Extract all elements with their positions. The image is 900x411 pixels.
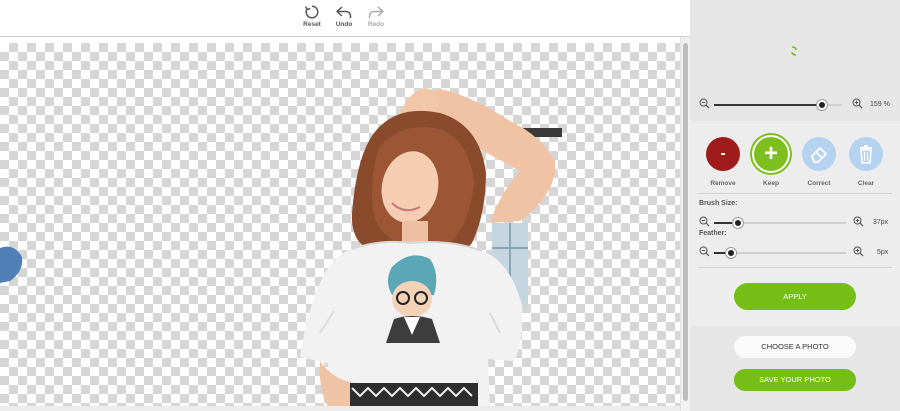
zoom-value: 159 % <box>870 101 890 108</box>
feather-slider-handle[interactable] <box>726 248 736 258</box>
brush-size-value: 37px <box>873 219 889 226</box>
save-photo-button[interactable]: SAVE YOUR PHOTO <box>734 369 856 391</box>
choose-photo-button[interactable]: CHOOSE A PHOTO <box>734 336 856 358</box>
vertical-scrollbar[interactable] <box>680 37 690 411</box>
horizontal-scrollbar[interactable] <box>0 406 680 411</box>
zoom-out-icon[interactable] <box>699 98 710 109</box>
clear-circle <box>849 137 883 171</box>
undo-button[interactable]: Undo <box>329 4 359 28</box>
zoom-out-icon[interactable] <box>699 216 710 227</box>
eraser-icon <box>811 147 827 163</box>
redo-label: Redo <box>367 21 385 28</box>
redo-button[interactable]: Redo <box>361 4 391 28</box>
reset-icon <box>304 5 319 19</box>
minus-icon: - <box>720 145 726 162</box>
background-remover-app: Reset Undo Redo 159 % - Remove + Keep Co… <box>0 0 900 411</box>
tools-panel: 159 % - Remove + Keep Correct Clear Brus… <box>690 0 900 411</box>
remove-button[interactable]: - Remove <box>703 137 743 187</box>
cutout-photo <box>0 88 562 407</box>
clear-button[interactable]: Clear <box>846 137 886 187</box>
reset-button[interactable]: Reset <box>297 4 327 28</box>
keep-button[interactable]: + Keep <box>751 137 791 187</box>
divider <box>698 267 892 268</box>
undo-icon <box>336 6 352 18</box>
zoom-in-icon[interactable] <box>853 216 864 227</box>
feather-value: 5px <box>877 249 889 256</box>
zoom-slider[interactable] <box>714 100 842 110</box>
apply-button[interactable]: APPLY <box>734 283 856 310</box>
editor-area: Reset Undo Redo <box>0 0 690 411</box>
remove-label: Remove <box>710 180 736 187</box>
correct-circle <box>802 137 836 171</box>
zoom-slider-handle[interactable] <box>817 100 827 110</box>
brush-size-slider[interactable] <box>714 218 846 228</box>
zoom-in-icon[interactable] <box>853 246 864 257</box>
feather-label: Feather: <box>699 230 727 237</box>
brush-size-slider-handle[interactable] <box>733 218 743 228</box>
spinner-icon <box>791 46 797 56</box>
undo-label: Undo <box>335 21 353 28</box>
history-toolbar: Reset Undo Redo <box>0 0 690 36</box>
reset-label: Reset <box>303 21 321 28</box>
redo-icon <box>368 6 384 18</box>
clear-label: Clear <box>857 180 875 187</box>
canvas-frame <box>0 36 690 411</box>
feather-slider[interactable] <box>714 248 846 258</box>
remove-circle: - <box>706 137 740 171</box>
keep-circle: + <box>754 137 788 171</box>
correct-button[interactable]: Correct <box>799 137 839 187</box>
zoom-slider-fill <box>714 104 822 106</box>
brush-size-control: 37px <box>690 215 900 231</box>
correct-label: Correct <box>807 180 831 187</box>
keep-label: Keep <box>763 180 779 187</box>
trash-icon <box>860 145 872 164</box>
brush-size-label: Brush Size: <box>699 200 738 207</box>
divider <box>698 193 892 194</box>
editing-canvas[interactable] <box>0 43 680 407</box>
feather-control: 5px <box>690 245 900 261</box>
zoom-out-icon[interactable] <box>699 246 710 257</box>
preview-area <box>690 0 900 92</box>
plus-icon: + <box>763 140 778 167</box>
zoom-in-icon[interactable] <box>852 98 863 109</box>
zoom-control: 159 % <box>690 97 900 113</box>
vertical-scrollbar-thumb[interactable] <box>683 43 688 401</box>
